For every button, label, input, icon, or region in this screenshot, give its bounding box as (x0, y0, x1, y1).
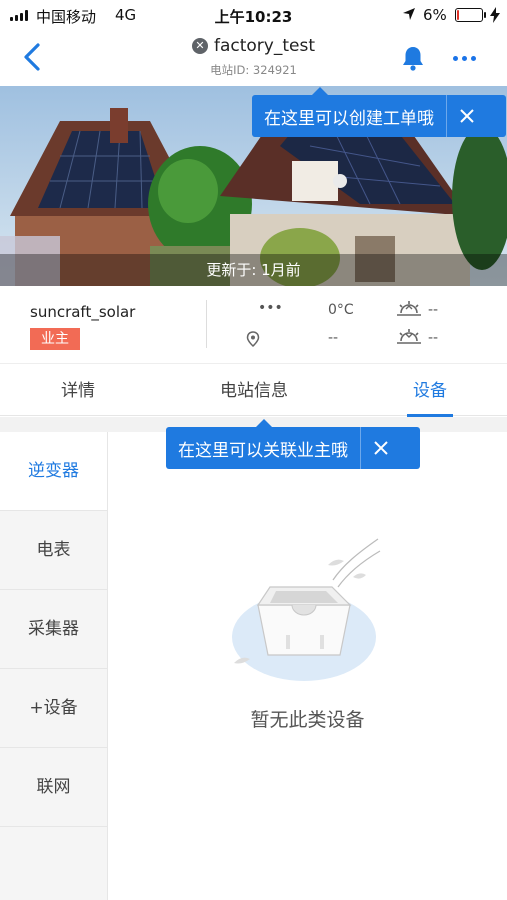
empty-state-message: 暂无此类设备 (250, 709, 365, 731)
sunset-time: -- (428, 330, 439, 346)
link-owner-tooltip[interactable]: 在这里可以关联业主哦 (166, 419, 420, 469)
sidebar-item-network[interactable]: 联网 (0, 748, 107, 827)
weather-condition: ••• (258, 300, 283, 316)
bell-icon[interactable] (400, 44, 426, 72)
create-order-tooltip[interactable]: 在这里可以创建工单哦 (252, 87, 506, 137)
station-id: 电站ID: 324921 (210, 63, 297, 77)
tab-details[interactable]: 详情 (30, 364, 126, 416)
sunrise-time: -- (428, 302, 439, 318)
sunrise-icon (397, 301, 421, 316)
location-pin-icon (246, 331, 260, 347)
station-title[interactable]: ✕ factory_test (0, 36, 507, 56)
owner-name: suncraft_solar (30, 303, 136, 321)
device-category-sidebar: 逆变器 电表 采集器 +设备 联网 (0, 432, 108, 900)
battery-level (457, 10, 459, 20)
sidebar-item-inverter[interactable]: 逆变器 (0, 432, 107, 511)
tab-devices[interactable]: 设备 (382, 364, 478, 416)
owner-badge: 业主 (30, 328, 80, 350)
close-icon[interactable] (446, 95, 486, 137)
location-arrow-icon (403, 8, 415, 20)
divider (206, 300, 207, 348)
more-options-icon[interactable] (450, 44, 478, 72)
tooltip-arrow (256, 419, 272, 427)
battery-icon (455, 8, 486, 22)
sidebar-item-collector[interactable]: 采集器 (0, 590, 107, 669)
temperature: 0°C (328, 302, 354, 318)
status-bar: 中国移动 4G 上午10:23 6% (0, 0, 507, 30)
nav-bar: ✕ factory_test 电站ID: 324921 (0, 30, 507, 86)
tab-bar: 详情 电站信息 设备 (0, 364, 507, 417)
charging-icon (490, 7, 500, 23)
sidebar-item-meter[interactable]: 电表 (0, 511, 107, 590)
tooltip-arrow (312, 87, 328, 95)
tab-station-info[interactable]: 电站信息 (194, 364, 314, 416)
close-icon[interactable] (360, 427, 400, 469)
battery-percent: 6% (423, 6, 447, 24)
sunset-icon (397, 329, 421, 344)
tooltip-text: 在这里可以关联业主哦 (178, 440, 348, 461)
tooltip-text: 在这里可以创建工单哦 (264, 108, 434, 129)
empty-box-illustration (232, 538, 381, 681)
station-name: factory_test (213, 36, 315, 56)
close-circle-icon[interactable]: ✕ (191, 38, 208, 54)
owner-weather-panel: suncraft_solar 业主 ••• 0°C -- -- -- (0, 286, 507, 364)
sidebar-item-add-device[interactable]: +设备 (0, 669, 107, 748)
update-time: 更新于: 1月前 (0, 254, 507, 286)
location-value: -- (328, 330, 339, 346)
